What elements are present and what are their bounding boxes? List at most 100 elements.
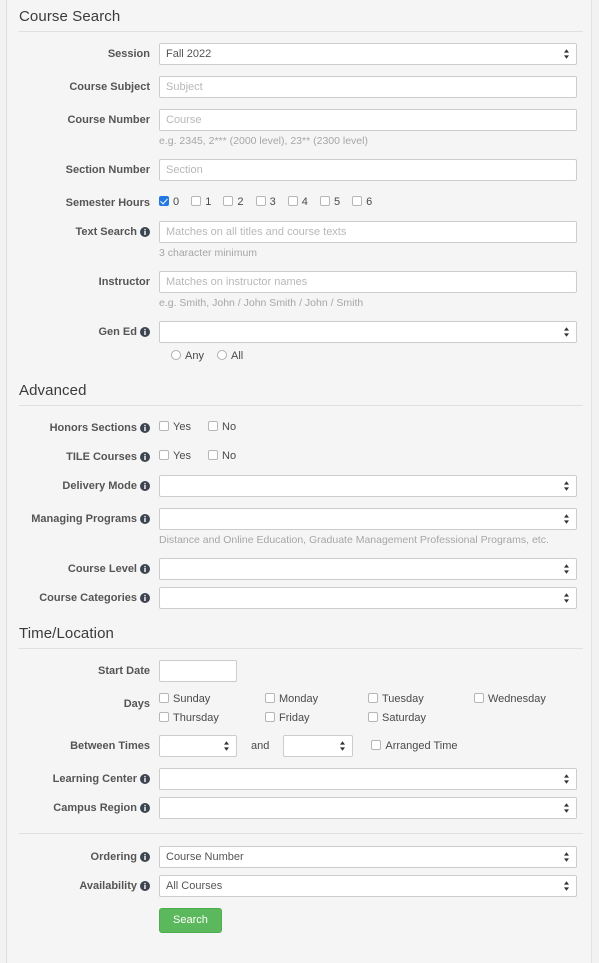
info-circle-icon[interactable]: [140, 327, 150, 337]
session-select[interactable]: Fall 2022: [159, 43, 577, 65]
semester-hours-option-5[interactable]: 5: [319, 192, 341, 212]
day-option-monday[interactable]: Monday: [265, 693, 368, 705]
course-categories-select[interactable]: [159, 587, 577, 609]
field-row-availability: Availability All Courses: [7, 875, 591, 897]
label-text: Gen Ed: [98, 326, 137, 338]
start-date-input[interactable]: [159, 660, 237, 682]
semester-hours-option-6[interactable]: 6: [352, 192, 372, 212]
tile-courses-option-yes[interactable]: Yes: [159, 446, 191, 466]
select-updown-caret-icon: [564, 593, 569, 603]
checkbox-icon[interactable]: [319, 196, 330, 206]
semester-hours-option-4[interactable]: 4: [287, 192, 308, 212]
checkbox-icon[interactable]: [371, 740, 382, 750]
managing-programs-select[interactable]: [159, 508, 577, 530]
checkbox-icon[interactable]: [223, 196, 234, 206]
checkbox-icon[interactable]: [474, 693, 484, 703]
availability-select[interactable]: All Courses: [159, 875, 577, 897]
semester-hours-option-0[interactable]: 0: [159, 192, 179, 212]
semester-hours-option-1[interactable]: 1: [191, 192, 211, 212]
info-circle-icon[interactable]: [140, 852, 150, 862]
checkbox-icon[interactable]: [159, 196, 169, 206]
honors-sections-option-no[interactable]: No: [208, 417, 236, 437]
label-text: Managing Programs: [31, 513, 137, 525]
checkbox-icon[interactable]: [159, 450, 169, 460]
checkbox-icon[interactable]: [287, 196, 298, 206]
checkbox-icon[interactable]: [368, 712, 378, 722]
semester-hours-option-label: 0: [173, 196, 180, 208]
field-row-between-times: Between Times and Arranged Time: [7, 735, 591, 757]
semester-hours-option-3[interactable]: 3: [255, 192, 276, 212]
label-days: Days: [123, 698, 150, 710]
info-circle-icon[interactable]: [140, 564, 150, 574]
checkbox-icon[interactable]: [265, 712, 275, 722]
label-text: TILE Courses: [66, 451, 137, 463]
delivery-mode-select[interactable]: [159, 475, 577, 497]
label-text: Honors Sections: [49, 422, 137, 434]
learning-center-select[interactable]: [159, 768, 577, 790]
label-start-date: Start Date: [98, 665, 150, 677]
arranged-time-option[interactable]: Arranged Time: [371, 740, 458, 752]
checkbox-icon[interactable]: [208, 450, 219, 460]
campus-region-select[interactable]: [159, 797, 577, 819]
radio-icon[interactable]: [171, 350, 181, 360]
checkbox-icon[interactable]: [368, 693, 378, 703]
radio-icon[interactable]: [217, 350, 228, 360]
footer-divider: [19, 833, 583, 834]
text-search-input[interactable]: [159, 221, 577, 243]
label-course-level: Course Level: [7, 558, 159, 580]
field-row-section-number: Section Number: [7, 159, 591, 181]
label-section-number: Section Number: [65, 164, 150, 176]
day-option-tuesday[interactable]: Tuesday: [368, 693, 474, 705]
info-circle-icon[interactable]: [140, 227, 150, 237]
checkbox-icon[interactable]: [159, 693, 169, 703]
day-option-sunday[interactable]: Sunday: [159, 693, 265, 705]
semester-hours-option-label: 5: [333, 196, 341, 208]
tile-courses-option-no[interactable]: No: [208, 446, 236, 466]
checkbox-icon[interactable]: [159, 421, 169, 431]
label-instructor: Instructor: [98, 276, 150, 288]
checkbox-icon[interactable]: [255, 196, 266, 206]
gen-ed-select[interactable]: [159, 321, 577, 343]
between-times-group: and Arranged Time: [159, 735, 577, 757]
instructor-input[interactable]: [159, 271, 577, 293]
course-level-select[interactable]: [159, 558, 577, 580]
checkbox-icon[interactable]: [208, 421, 219, 431]
info-circle-icon[interactable]: [140, 881, 150, 891]
label-text: Delivery Mode: [62, 480, 137, 492]
label-text: Course Level: [67, 563, 137, 575]
search-button[interactable]: Search: [159, 908, 222, 933]
day-option-thursday[interactable]: Thursday: [159, 712, 265, 724]
label-course-number: Course Number: [67, 114, 150, 126]
info-circle-icon[interactable]: [140, 452, 150, 462]
day-option-friday[interactable]: Friday: [265, 712, 368, 724]
label-learning-center: Learning Center: [7, 768, 159, 790]
checkbox-icon[interactable]: [265, 693, 275, 703]
honors-sections-option-yes[interactable]: Yes: [159, 417, 191, 437]
semester-hours-option-2[interactable]: 2: [223, 192, 244, 212]
between-times-to-select[interactable]: [283, 735, 354, 757]
course-subject-input[interactable]: [159, 76, 577, 98]
info-circle-icon[interactable]: [140, 423, 150, 433]
ordering-select[interactable]: Course Number: [159, 846, 577, 868]
info-circle-icon[interactable]: [140, 514, 150, 524]
field-row-tile-courses: TILE Courses Yes No: [7, 446, 591, 468]
info-circle-icon[interactable]: [140, 593, 150, 603]
checkbox-icon[interactable]: [159, 712, 169, 722]
course-number-input[interactable]: [159, 109, 577, 131]
gen-ed-radio-any[interactable]: Any: [171, 346, 204, 366]
info-circle-icon[interactable]: [140, 774, 150, 784]
gen-ed-radio-all[interactable]: All: [217, 346, 243, 366]
hint-managing-programs: Distance and Online Education, Graduate …: [159, 534, 549, 546]
checkbox-icon[interactable]: [352, 196, 363, 206]
gen-ed-radio-label: Any: [185, 350, 204, 362]
day-option-saturday[interactable]: Saturday: [368, 712, 474, 724]
checkbox-icon[interactable]: [191, 196, 202, 206]
day-option-wednesday[interactable]: Wednesday: [474, 693, 577, 705]
honors-sections-option-label: No: [222, 421, 237, 433]
between-times-from-select[interactable]: [159, 735, 237, 757]
section-number-input[interactable]: [159, 159, 577, 181]
tile-courses-option-label: No: [222, 450, 237, 462]
info-circle-icon[interactable]: [140, 803, 150, 813]
info-circle-icon[interactable]: [140, 481, 150, 491]
semester-hours-group: 0 1 2 3 4 5 6: [159, 192, 577, 212]
